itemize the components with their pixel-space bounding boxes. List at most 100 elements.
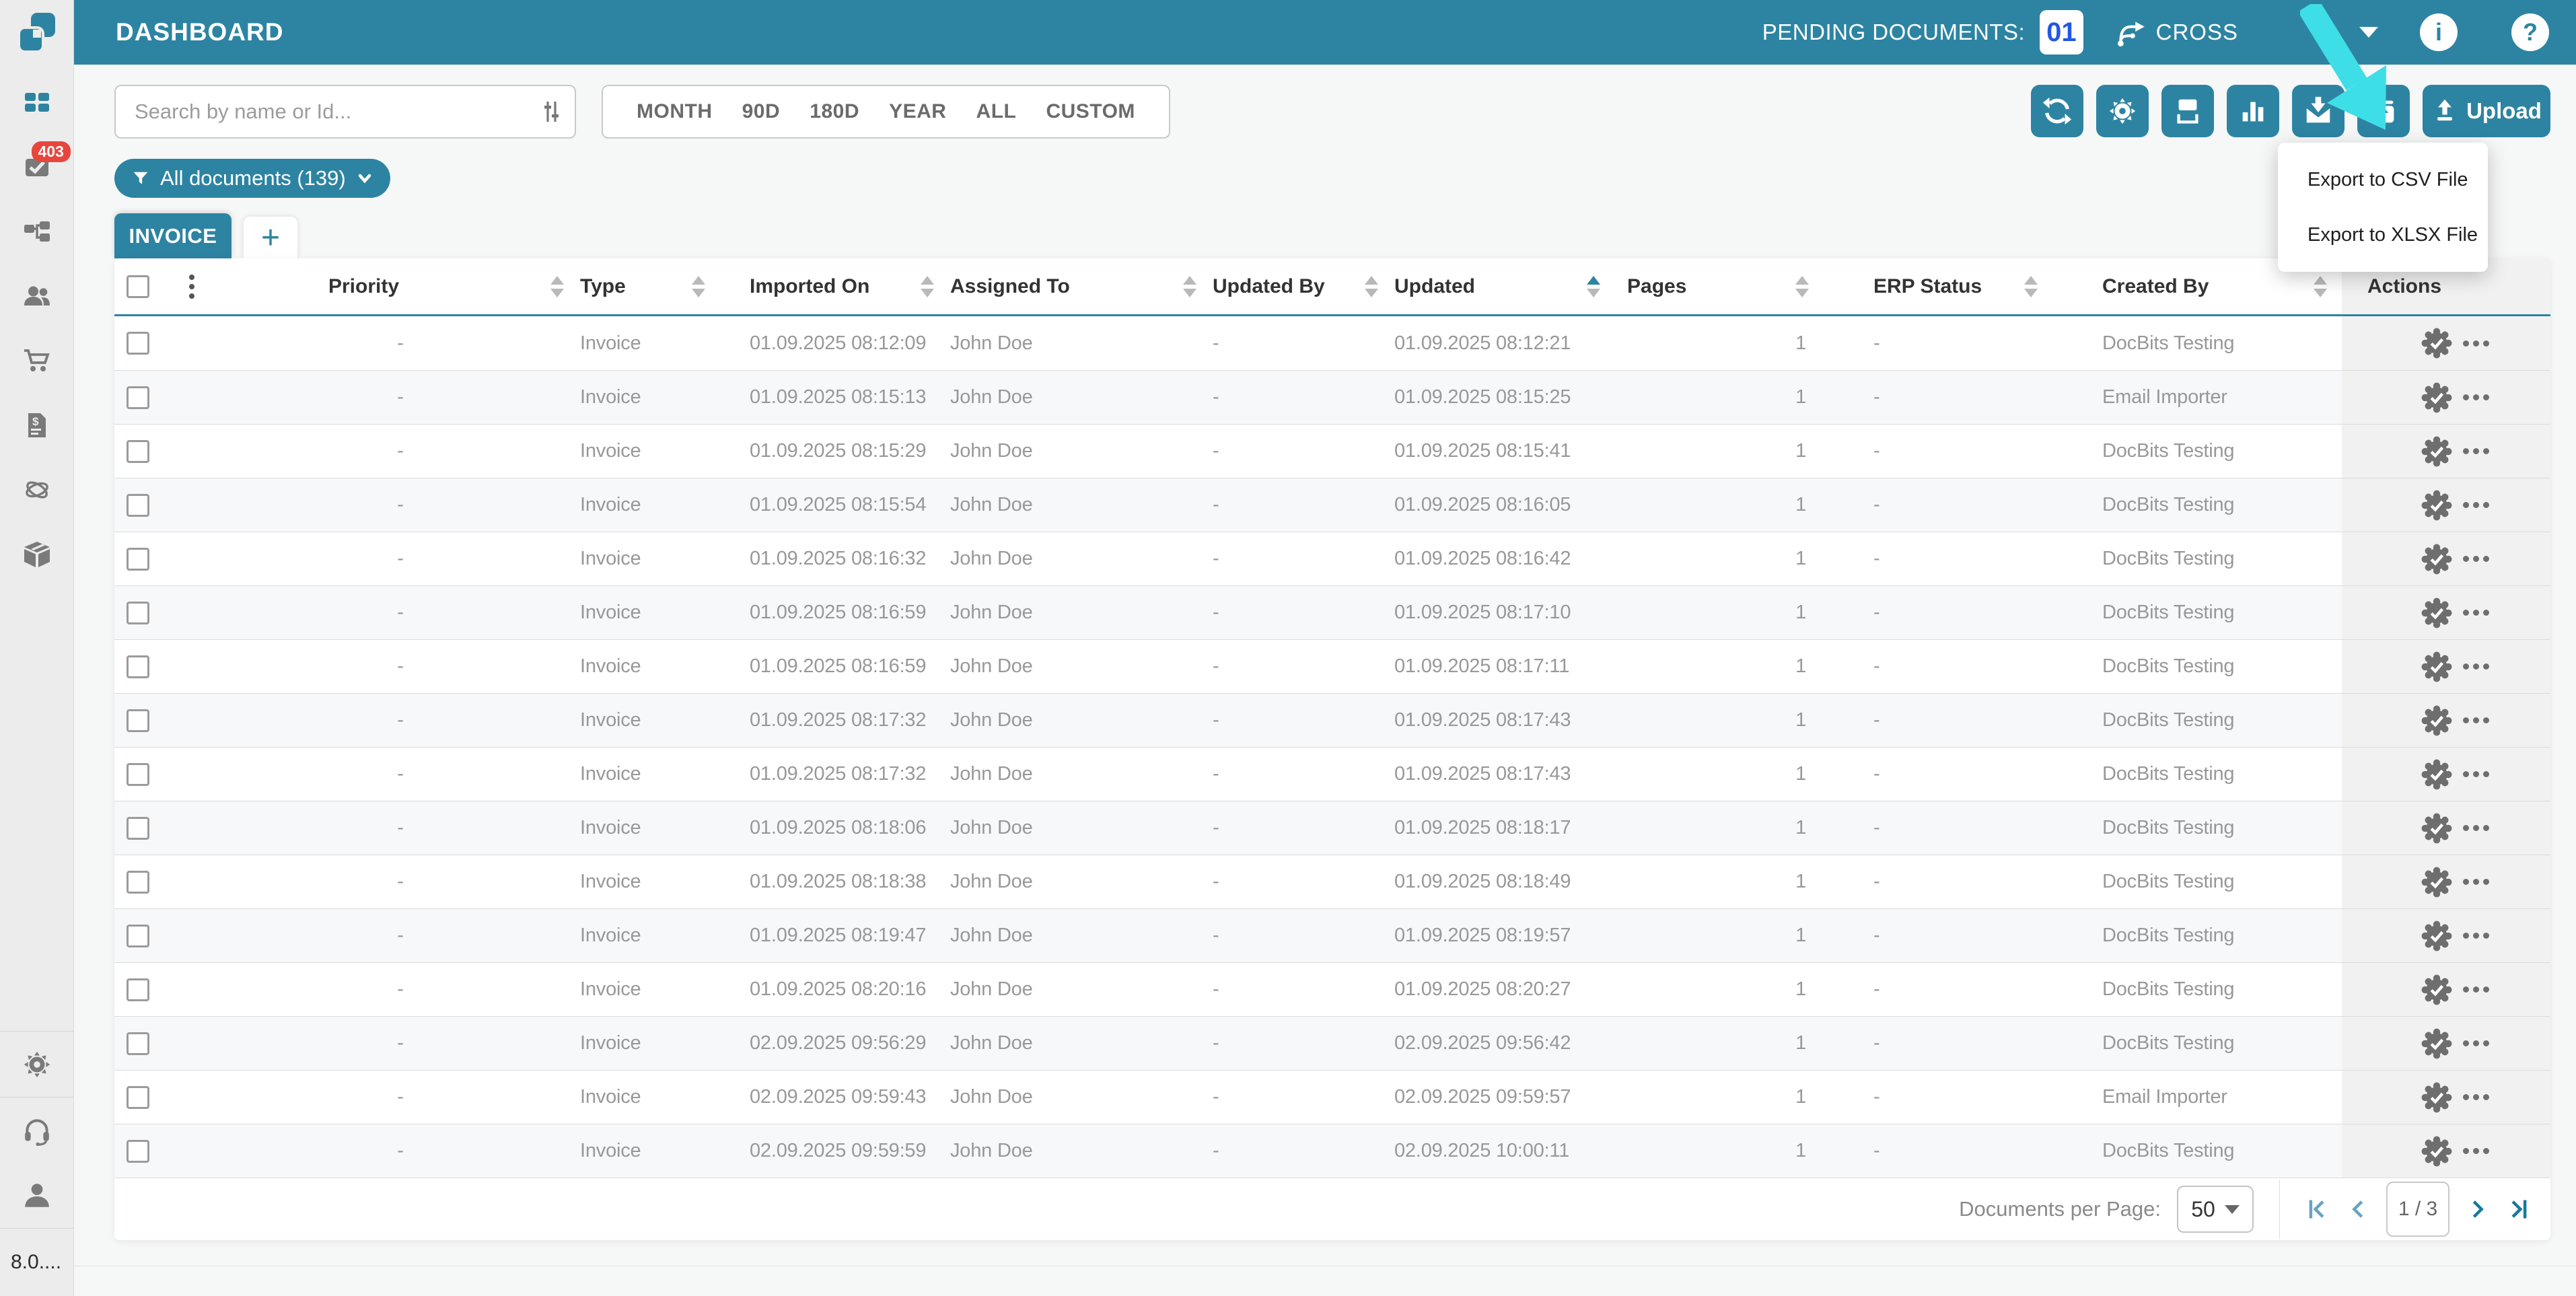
row-checkbox[interactable]: [127, 332, 149, 355]
row-checkbox[interactable]: [127, 386, 149, 409]
column-header-priority[interactable]: Priority: [222, 258, 579, 314]
verified-badge-icon[interactable]: [2421, 651, 2452, 682]
verified-badge-icon[interactable]: [2421, 436, 2452, 467]
sort-arrows-active[interactable]: [1587, 276, 1600, 297]
sort-arrows[interactable]: [550, 276, 564, 297]
row-checkbox[interactable]: [127, 763, 149, 786]
table-row[interactable]: - Invoice 01.09.2025 08:17:32 John Doe -…: [114, 747, 2550, 801]
statistics-button[interactable]: [2227, 85, 2279, 137]
table-row[interactable]: - Invoice 01.09.2025 08:19:47 John Doe -…: [114, 908, 2550, 962]
pending-documents-count[interactable]: 01: [2040, 10, 2083, 55]
row-checkbox[interactable]: [127, 655, 149, 678]
row-checkbox[interactable]: [127, 1086, 149, 1109]
previous-page-button[interactable]: [2346, 1197, 2370, 1221]
documents-filter-chip[interactable]: All documents (139): [114, 159, 390, 198]
range-month-button[interactable]: MONTH: [637, 100, 712, 123]
settings-button[interactable]: [2096, 85, 2149, 137]
verified-badge-icon[interactable]: [2421, 544, 2452, 575]
sidebar-item-settings[interactable]: [0, 1032, 73, 1097]
table-row[interactable]: - Invoice 01.09.2025 08:18:38 John Doe -…: [114, 855, 2550, 908]
table-row[interactable]: - Invoice 01.09.2025 08:18:06 John Doe -…: [114, 801, 2550, 855]
table-row[interactable]: - Invoice 01.09.2025 08:15:29 John Doe -…: [114, 424, 2550, 478]
row-actions-menu-icon[interactable]: [2463, 879, 2489, 885]
sort-arrows[interactable]: [921, 276, 934, 297]
sort-arrows[interactable]: [1365, 276, 1378, 297]
row-actions-menu-icon[interactable]: [2463, 556, 2489, 562]
table-row[interactable]: - Invoice 01.09.2025 08:16:32 John Doe -…: [114, 532, 2550, 585]
search-input[interactable]: [116, 100, 528, 124]
row-checkbox[interactable]: [127, 1032, 149, 1055]
row-actions-menu-icon[interactable]: [2463, 340, 2489, 347]
upload-button[interactable]: Upload: [2423, 85, 2550, 137]
verified-badge-icon[interactable]: [2421, 490, 2452, 521]
row-checkbox[interactable]: [127, 440, 149, 463]
row-actions-menu-icon[interactable]: [2463, 1148, 2489, 1154]
info-icon[interactable]: i: [2420, 13, 2458, 51]
column-header-erp-status[interactable]: ERP Status: [1824, 258, 2052, 314]
row-checkbox[interactable]: [127, 925, 149, 947]
range-custom-button[interactable]: CUSTOM: [1046, 100, 1135, 123]
verified-badge-icon[interactable]: [2421, 974, 2452, 1005]
row-actions-menu-icon[interactable]: [2463, 1094, 2489, 1100]
sidebar-item-workflow[interactable]: [22, 217, 52, 246]
row-actions-menu-icon[interactable]: [2463, 448, 2489, 454]
row-actions-menu-icon[interactable]: [2463, 502, 2489, 508]
column-menu-kebab-icon[interactable]: [189, 275, 194, 299]
row-checkbox[interactable]: [127, 871, 149, 894]
row-actions-menu-icon[interactable]: [2463, 610, 2489, 616]
export-xlsx-menu-item[interactable]: Export to XLSX File: [2278, 207, 2488, 262]
sidebar-item-integrations[interactable]: [22, 475, 52, 505]
search-box[interactable]: [114, 85, 576, 139]
table-row[interactable]: - Invoice 01.09.2025 08:15:54 John Doe -…: [114, 478, 2550, 532]
sort-arrows[interactable]: [2024, 276, 2038, 297]
sidebar-item-users[interactable]: [22, 281, 52, 311]
app-logo[interactable]: [0, 0, 73, 65]
row-actions-menu-icon[interactable]: [2463, 825, 2489, 831]
column-header-assigned-to[interactable]: Assigned To: [949, 258, 1211, 314]
row-checkbox[interactable]: [127, 494, 149, 517]
first-page-button[interactable]: [2305, 1197, 2330, 1221]
verified-badge-icon[interactable]: [2421, 328, 2452, 359]
header-dropdown-caret[interactable]: [2359, 27, 2378, 38]
sort-arrows[interactable]: [692, 276, 705, 297]
last-page-button[interactable]: [2506, 1197, 2530, 1221]
row-actions-menu-icon[interactable]: [2463, 394, 2489, 400]
verified-badge-icon[interactable]: [2421, 1082, 2452, 1113]
per-page-select[interactable]: 50: [2177, 1186, 2254, 1233]
sidebar-item-support[interactable]: [0, 1097, 73, 1163]
row-checkbox[interactable]: [127, 1140, 149, 1163]
add-tab-button[interactable]: +: [244, 217, 297, 258]
row-actions-menu-icon[interactable]: [2463, 933, 2489, 939]
sort-arrows[interactable]: [2314, 276, 2327, 297]
refresh-button[interactable]: [2031, 85, 2083, 137]
sidebar-item-dashboard[interactable]: [22, 87, 52, 117]
select-all-checkbox[interactable]: [127, 275, 149, 298]
verified-badge-icon[interactable]: [2421, 813, 2452, 844]
range-180d-button[interactable]: 180D: [810, 100, 859, 123]
sort-arrows[interactable]: [1795, 276, 1809, 297]
column-header-pages[interactable]: Pages: [1615, 258, 1824, 314]
row-checkbox[interactable]: [127, 817, 149, 840]
column-header-updated-by[interactable]: Updated By: [1211, 258, 1393, 314]
row-actions-menu-icon[interactable]: [2463, 986, 2489, 993]
range-year-button[interactable]: YEAR: [889, 100, 946, 123]
row-actions-menu-icon[interactable]: [2463, 1040, 2489, 1046]
sidebar-item-orders[interactable]: [22, 346, 52, 375]
table-row[interactable]: - Invoice 01.09.2025 08:12:09 John Doe -…: [114, 316, 2550, 370]
sidebar-item-products[interactable]: [22, 540, 52, 569]
verified-badge-icon[interactable]: [2421, 382, 2452, 413]
row-checkbox[interactable]: [127, 709, 149, 732]
row-checkbox[interactable]: [127, 602, 149, 624]
table-row[interactable]: - Invoice 02.09.2025 09:56:29 John Doe -…: [114, 1016, 2550, 1070]
verified-badge-icon[interactable]: [2421, 921, 2452, 951]
scan-button[interactable]: [2161, 85, 2214, 137]
search-filter-button[interactable]: [528, 98, 575, 125]
mail-import-button[interactable]: [2292, 85, 2345, 137]
table-row[interactable]: - Invoice 01.09.2025 08:15:13 John Doe -…: [114, 370, 2550, 424]
tab-invoice[interactable]: INVOICE: [114, 213, 231, 258]
verified-badge-icon[interactable]: [2421, 867, 2452, 898]
row-checkbox[interactable]: [127, 978, 149, 1001]
column-header-updated[interactable]: Updated: [1393, 258, 1615, 314]
row-checkbox[interactable]: [127, 548, 149, 571]
row-actions-menu-icon[interactable]: [2463, 717, 2489, 723]
